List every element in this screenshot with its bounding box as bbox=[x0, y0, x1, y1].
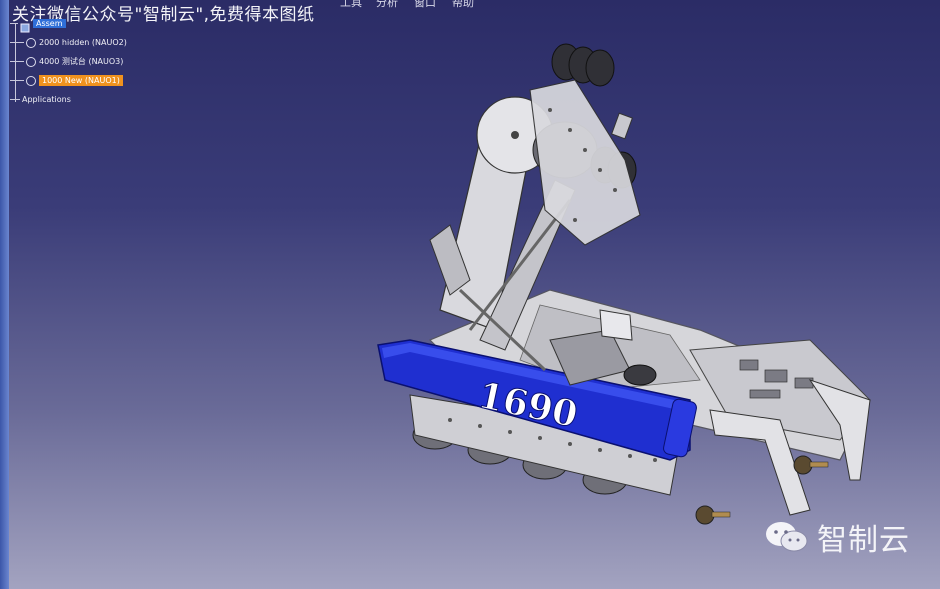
part-gear-icon bbox=[26, 56, 36, 67]
tree-node-4000[interactable]: 4000 测试台 (NAUO3) bbox=[10, 54, 123, 68]
menu-tools[interactable]: 工具 bbox=[340, 0, 362, 10]
brand-name: 智制云 bbox=[817, 523, 910, 558]
part-gear-icon bbox=[26, 37, 36, 48]
tree-node-1000[interactable]: 1000 New (NAUO1) bbox=[10, 73, 123, 87]
adjustment-knob-right bbox=[793, 455, 829, 475]
specification-tree: Assem 2000 hidden (NAUO2) 4000 测试台 (NAUO… bbox=[10, 16, 190, 116]
tree-applications-label: Applications bbox=[22, 94, 71, 104]
assembly-icon bbox=[20, 18, 30, 33]
adjustment-knob-left bbox=[695, 505, 731, 525]
menu-analyze[interactable]: 分析 bbox=[376, 0, 398, 10]
tree-root[interactable]: Assem bbox=[10, 16, 66, 33]
menu-help[interactable]: 帮助 bbox=[452, 0, 474, 10]
part-gear-icon bbox=[26, 75, 36, 86]
wechat-icon bbox=[765, 520, 809, 554]
robot-3d-model[interactable]: 1690 bbox=[370, 40, 890, 560]
motor-box bbox=[611, 112, 633, 140]
tree-node-label: 4000 测试台 (NAUO3) bbox=[39, 56, 124, 66]
tree-node-label-selected: 1000 New (NAUO1) bbox=[39, 74, 123, 86]
watermark-brand: 智制云 bbox=[765, 515, 910, 559]
menu-window[interactable]: 窗口 bbox=[414, 0, 436, 10]
tree-node-label: 2000 hidden (NAUO2) bbox=[39, 37, 127, 47]
tree-applications[interactable]: Applications bbox=[10, 92, 71, 106]
tree-node-2000[interactable]: 2000 hidden (NAUO2) bbox=[10, 35, 127, 49]
left-toolbar-rail bbox=[0, 0, 9, 589]
tree-root-label: Assem bbox=[33, 18, 66, 28]
intake-roller-top bbox=[551, 43, 615, 87]
